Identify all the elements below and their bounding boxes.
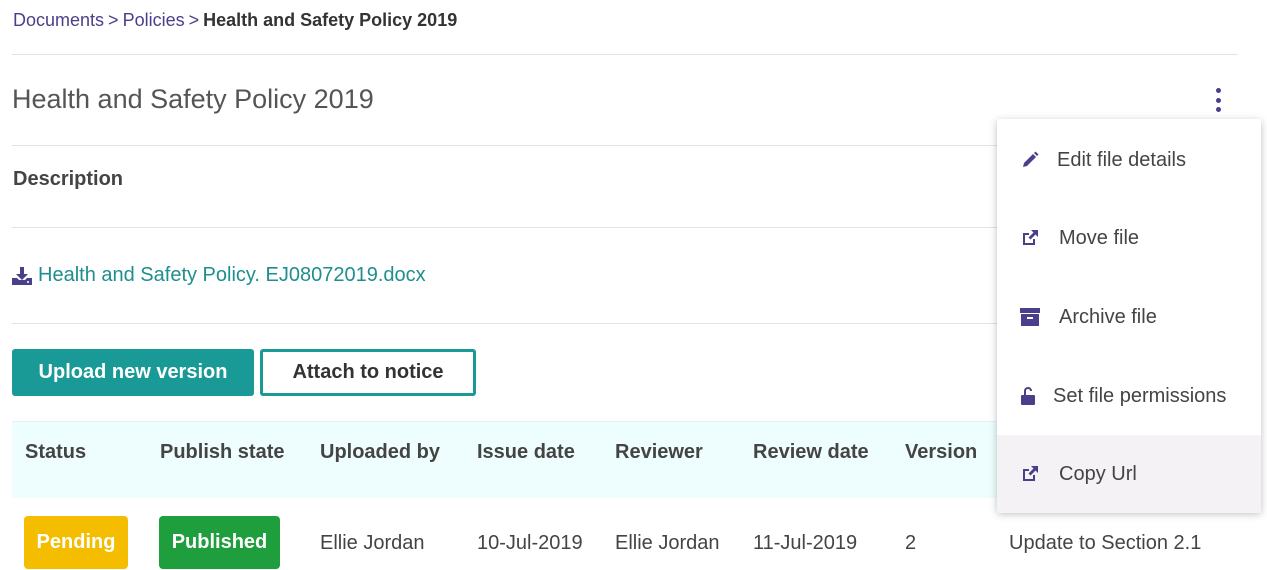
more-options-icon[interactable] — [1208, 88, 1228, 112]
cell-review-date: 11-Jul-2019 — [753, 532, 858, 554]
external-link-icon — [1019, 463, 1041, 485]
status-badge: Pending — [24, 516, 128, 569]
menu-item-copy-url[interactable]: Copy Url — [997, 435, 1261, 513]
column-header-issue-date[interactable]: Issue date — [477, 441, 575, 464]
description-label: Description — [13, 168, 124, 190]
column-header-review-date[interactable]: Review date — [753, 441, 869, 464]
file-download-link[interactable]: Health and Safety Policy. EJ08072019.doc… — [12, 264, 426, 287]
breadcrumb-separator: > — [108, 10, 119, 30]
column-header-version[interactable]: Version — [905, 441, 977, 464]
unlock-icon — [1017, 385, 1039, 407]
column-header-publish-state[interactable]: Publish state — [160, 441, 284, 464]
breadcrumb-current: Health and Safety Policy 2019 — [203, 10, 458, 30]
archive-icon — [1019, 306, 1041, 328]
divider — [12, 54, 1238, 55]
menu-item-set-file-permissions[interactable]: Set file permissions — [997, 357, 1261, 435]
download-icon — [12, 266, 32, 285]
publish-state-badge: Published — [159, 516, 280, 569]
menu-item-label: Set file permissions — [1053, 384, 1227, 407]
menu-item-label: Copy Url — [1059, 462, 1137, 485]
upload-new-version-button[interactable]: Upload new version — [12, 349, 254, 396]
cell-reviewer: Ellie Jordan — [615, 532, 720, 554]
breadcrumb-link-policies[interactable]: Policies — [123, 10, 185, 30]
menu-item-move-file[interactable]: Move file — [997, 199, 1261, 277]
attach-to-notice-button[interactable]: Attach to notice — [260, 349, 476, 396]
page-title: Health and Safety Policy 2019 — [12, 84, 374, 114]
menu-item-label: Edit file details — [1057, 148, 1186, 171]
breadcrumb-separator: > — [188, 10, 200, 30]
column-header-status[interactable]: Status — [25, 441, 86, 464]
column-header-uploaded-by[interactable]: Uploaded by — [320, 441, 440, 464]
cell-version: 2 — [905, 532, 917, 554]
menu-item-label: Move file — [1059, 226, 1140, 249]
external-link-icon — [1019, 227, 1041, 249]
cell-issue-date: 10-Jul-2019 — [477, 532, 583, 554]
breadcrumb: Documents > Policies > Health and Safety Pol… — [13, 10, 457, 31]
menu-item-archive-file[interactable]: Archive file — [997, 278, 1261, 356]
menu-item-edit-file-details[interactable]: Edit file details — [997, 121, 1261, 199]
menu-item-label: Archive file — [1059, 305, 1157, 328]
breadcrumb-link-documents[interactable]: Documents — [13, 10, 104, 30]
pencil-icon — [1019, 149, 1041, 171]
file-actions-menu: Edit file details Move file Archive file… — [997, 119, 1261, 513]
cell-uploaded-by: Ellie Jordan — [320, 532, 425, 554]
cell-comment: Update to Section 2.1 — [1009, 532, 1202, 554]
file-name: Health and Safety Policy. EJ08072019.doc… — [38, 264, 426, 286]
column-header-reviewer[interactable]: Reviewer — [615, 441, 703, 464]
